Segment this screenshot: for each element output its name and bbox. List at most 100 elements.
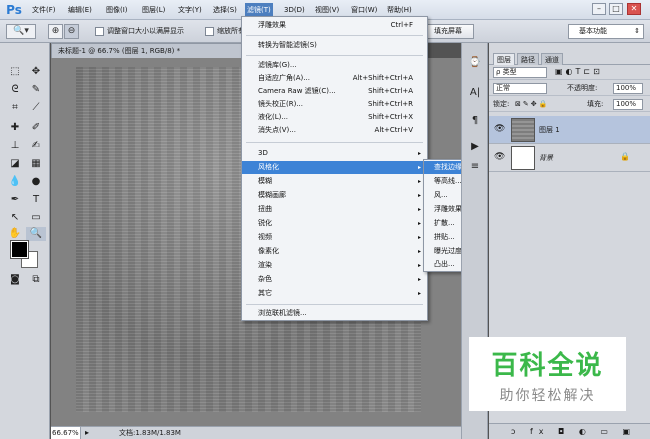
menu-item-camera-raw[interactable]: Camera Raw 滤镜(C)... Shift+Ctrl+A <box>242 85 427 98</box>
type-tool-icon[interactable]: T <box>26 193 46 207</box>
layers-panel-tabs: 图层 路径 通道 <box>489 51 650 65</box>
layer-filter-icons[interactable]: ▣◐T⊏⊡ <box>555 66 603 78</box>
menu-item-shortcut: Shift+Ctrl+A <box>368 87 413 95</box>
document-tab-title: 未标题-1 @ 66.7% (图层 1, RGB/8) * <box>58 47 181 55</box>
layer-name[interactable]: 图层 1 <box>539 125 560 135</box>
close-window-button[interactable]: ✕ <box>627 3 641 15</box>
layer-row[interactable]: 👁 图层 1 <box>489 116 650 144</box>
blur-tool-icon[interactable]: 💧 <box>5 175 25 189</box>
paragraph-panel-icon[interactable]: ¶ <box>467 113 483 129</box>
zoom-all-checkbox[interactable] <box>205 27 214 36</box>
resize-windows-label: 调整窗口大小以满屏显示 <box>107 27 184 35</box>
menu-window[interactable]: 窗口(W) <box>349 3 379 17</box>
screen-mode-icon[interactable]: ⧉ <box>26 273 46 287</box>
dodge-tool-icon[interactable]: ● <box>26 175 46 189</box>
lasso-tool-icon[interactable]: ᘓ <box>5 83 25 97</box>
character-panel-icon[interactable]: A| <box>467 85 483 101</box>
submenu-label: 3D <box>258 149 268 157</box>
layer-name[interactable]: 背景 <box>539 153 553 163</box>
submenu-arrow-icon: ▸ <box>417 164 421 171</box>
menu-item-label: 镜头校正(R)... <box>258 100 304 108</box>
tools-panel: ⬚ ✥ ᘓ ✎ ⌗ ⟋ ✚ ✐ ⊥ ✍ ◪ ▦ 💧 ● ✒ T ↖ ▭ ✋ 🔍 … <box>0 43 50 439</box>
tab-paths[interactable]: 路径 <box>517 53 539 65</box>
layer-actions-icons[interactable]: ↄ fx ◘ ◐ ▭ ▣ 🗑 <box>489 427 636 439</box>
menu-file[interactable]: 文件(F) <box>30 3 58 17</box>
layer-kind-filter[interactable]: ρ 类型 <box>493 67 547 78</box>
status-menu-icon[interactable]: ▸ <box>85 427 89 439</box>
actions-panel-icon[interactable]: ▶ <box>467 139 483 155</box>
menu-item-liquify[interactable]: 液化(L)... Shift+Ctrl+X <box>242 111 427 124</box>
menu-layer[interactable]: 图层(L) <box>140 3 167 17</box>
submenu-3d[interactable]: 3D ▸ <box>242 147 427 160</box>
menu-item-label: 消失点(V)... <box>258 126 296 134</box>
submenu-pixelate[interactable]: 像素化 ▸ <box>242 245 427 258</box>
eye-icon[interactable]: 👁 <box>494 124 505 134</box>
crop-tool-icon[interactable]: ⌗ <box>5 101 25 115</box>
submenu-video[interactable]: 视频 ▸ <box>242 231 427 244</box>
zoom-tool-preset-icon[interactable]: 🔍▾ <box>6 24 36 39</box>
lock-options-icons[interactable]: ⊠✎✥🔒 <box>515 98 549 110</box>
submenu-noise[interactable]: 杂色 ▸ <box>242 273 427 286</box>
fill-field[interactable]: 100% <box>613 99 643 110</box>
healing-brush-tool-icon[interactable]: ✚ <box>5 121 25 135</box>
workspace-select[interactable]: 基本功能 <box>568 24 644 39</box>
marquee-tool-icon[interactable]: ⬚ <box>5 65 25 79</box>
rectangle-tool-icon[interactable]: ▭ <box>26 211 46 225</box>
submenu-other[interactable]: 其它 ▸ <box>242 287 427 300</box>
menu-3d[interactable]: 3D(D) <box>282 3 307 17</box>
tool-presets-panel-icon[interactable]: ≡ <box>467 159 483 175</box>
eraser-tool-icon[interactable]: ◪ <box>5 157 25 171</box>
tab-layers[interactable]: 图层 <box>493 53 515 65</box>
tab-channels[interactable]: 通道 <box>541 53 563 65</box>
submenu-arrow-icon: ▸ <box>417 234 421 241</box>
menu-image[interactable]: 图像(I) <box>104 3 130 17</box>
submenu-blur[interactable]: 模糊 ▸ <box>242 175 427 188</box>
blend-mode-select[interactable]: 正常 <box>493 83 547 94</box>
eyedropper-tool-icon[interactable]: ⟋ <box>26 101 46 115</box>
zoom-tool-icon[interactable]: 🔍 <box>26 227 46 241</box>
submenu-stylize[interactable]: 风格化 ▸ <box>242 161 427 174</box>
pen-tool-icon[interactable]: ✒ <box>5 193 25 207</box>
brush-tool-icon[interactable]: ✐ <box>26 121 46 135</box>
submenu-blur-gallery[interactable]: 模糊画廊 ▸ <box>242 189 427 202</box>
eye-icon[interactable]: 👁 <box>494 152 505 162</box>
menu-item-vanishing-point[interactable]: 消失点(V)... Alt+Ctrl+V <box>242 124 427 137</box>
zoom-out-icon[interactable]: ⊖ <box>64 24 79 39</box>
menu-item-last-filter[interactable]: 浮雕效果 Ctrl+F <box>242 19 427 32</box>
maximize-button[interactable]: □ <box>609 3 623 15</box>
foreground-color-swatch[interactable] <box>10 240 29 259</box>
menu-edit[interactable]: 编辑(E) <box>66 3 94 17</box>
submenu-label: 像素化 <box>258 247 279 255</box>
path-select-tool-icon[interactable]: ↖ <box>5 211 25 225</box>
menu-item-browse-online[interactable]: 浏览联机滤镜... <box>242 307 427 320</box>
resize-windows-checkbox[interactable] <box>95 27 104 36</box>
quick-select-tool-icon[interactable]: ✎ <box>26 83 46 97</box>
menu-item-filter-gallery[interactable]: 滤镜库(G)... <box>242 59 427 72</box>
history-panel-icon[interactable]: ⌚ <box>467 55 483 71</box>
opacity-field[interactable]: 100% <box>613 83 643 94</box>
document-tab[interactable]: 未标题-1 @ 66.7% (图层 1, RGB/8) * × <box>51 43 258 58</box>
zoom-in-icon[interactable]: ⊕ <box>48 24 63 39</box>
menu-filter[interactable]: 滤镜(T) <box>245 3 273 17</box>
menu-view[interactable]: 视图(V) <box>313 3 341 17</box>
move-tool-icon[interactable]: ✥ <box>26 65 46 79</box>
hand-tool-icon[interactable]: ✋ <box>5 227 25 241</box>
fill-screen-button[interactable]: 填充屏幕 <box>422 24 474 39</box>
submenu-render[interactable]: 渲染 ▸ <box>242 259 427 272</box>
menu-item-shortcut: Alt+Ctrl+V <box>374 126 413 134</box>
quick-mask-icon[interactable]: ◙ <box>5 273 25 287</box>
clone-stamp-tool-icon[interactable]: ⊥ <box>5 139 25 153</box>
menu-item-convert-smart-filter[interactable]: 转换为智能滤镜(S) <box>242 39 427 52</box>
menu-type[interactable]: 文字(Y) <box>176 3 204 17</box>
history-brush-tool-icon[interactable]: ✍ <box>26 139 46 153</box>
zoom-level-field[interactable]: 66.67% <box>51 427 81 439</box>
layer-row[interactable]: 👁 背景 🔒 <box>489 144 650 172</box>
submenu-distort[interactable]: 扭曲 ▸ <box>242 203 427 216</box>
menu-item-adaptive-wide-angle[interactable]: 自适应广角(A)... Alt+Shift+Ctrl+A <box>242 72 427 85</box>
menu-item-lens-correction[interactable]: 镜头校正(R)... Shift+Ctrl+R <box>242 98 427 111</box>
gradient-tool-icon[interactable]: ▦ <box>26 157 46 171</box>
menu-select[interactable]: 选择(S) <box>211 3 239 17</box>
submenu-sharpen[interactable]: 锐化 ▸ <box>242 217 427 230</box>
menu-help[interactable]: 帮助(H) <box>385 3 414 17</box>
minimize-button[interactable]: – <box>592 3 606 15</box>
